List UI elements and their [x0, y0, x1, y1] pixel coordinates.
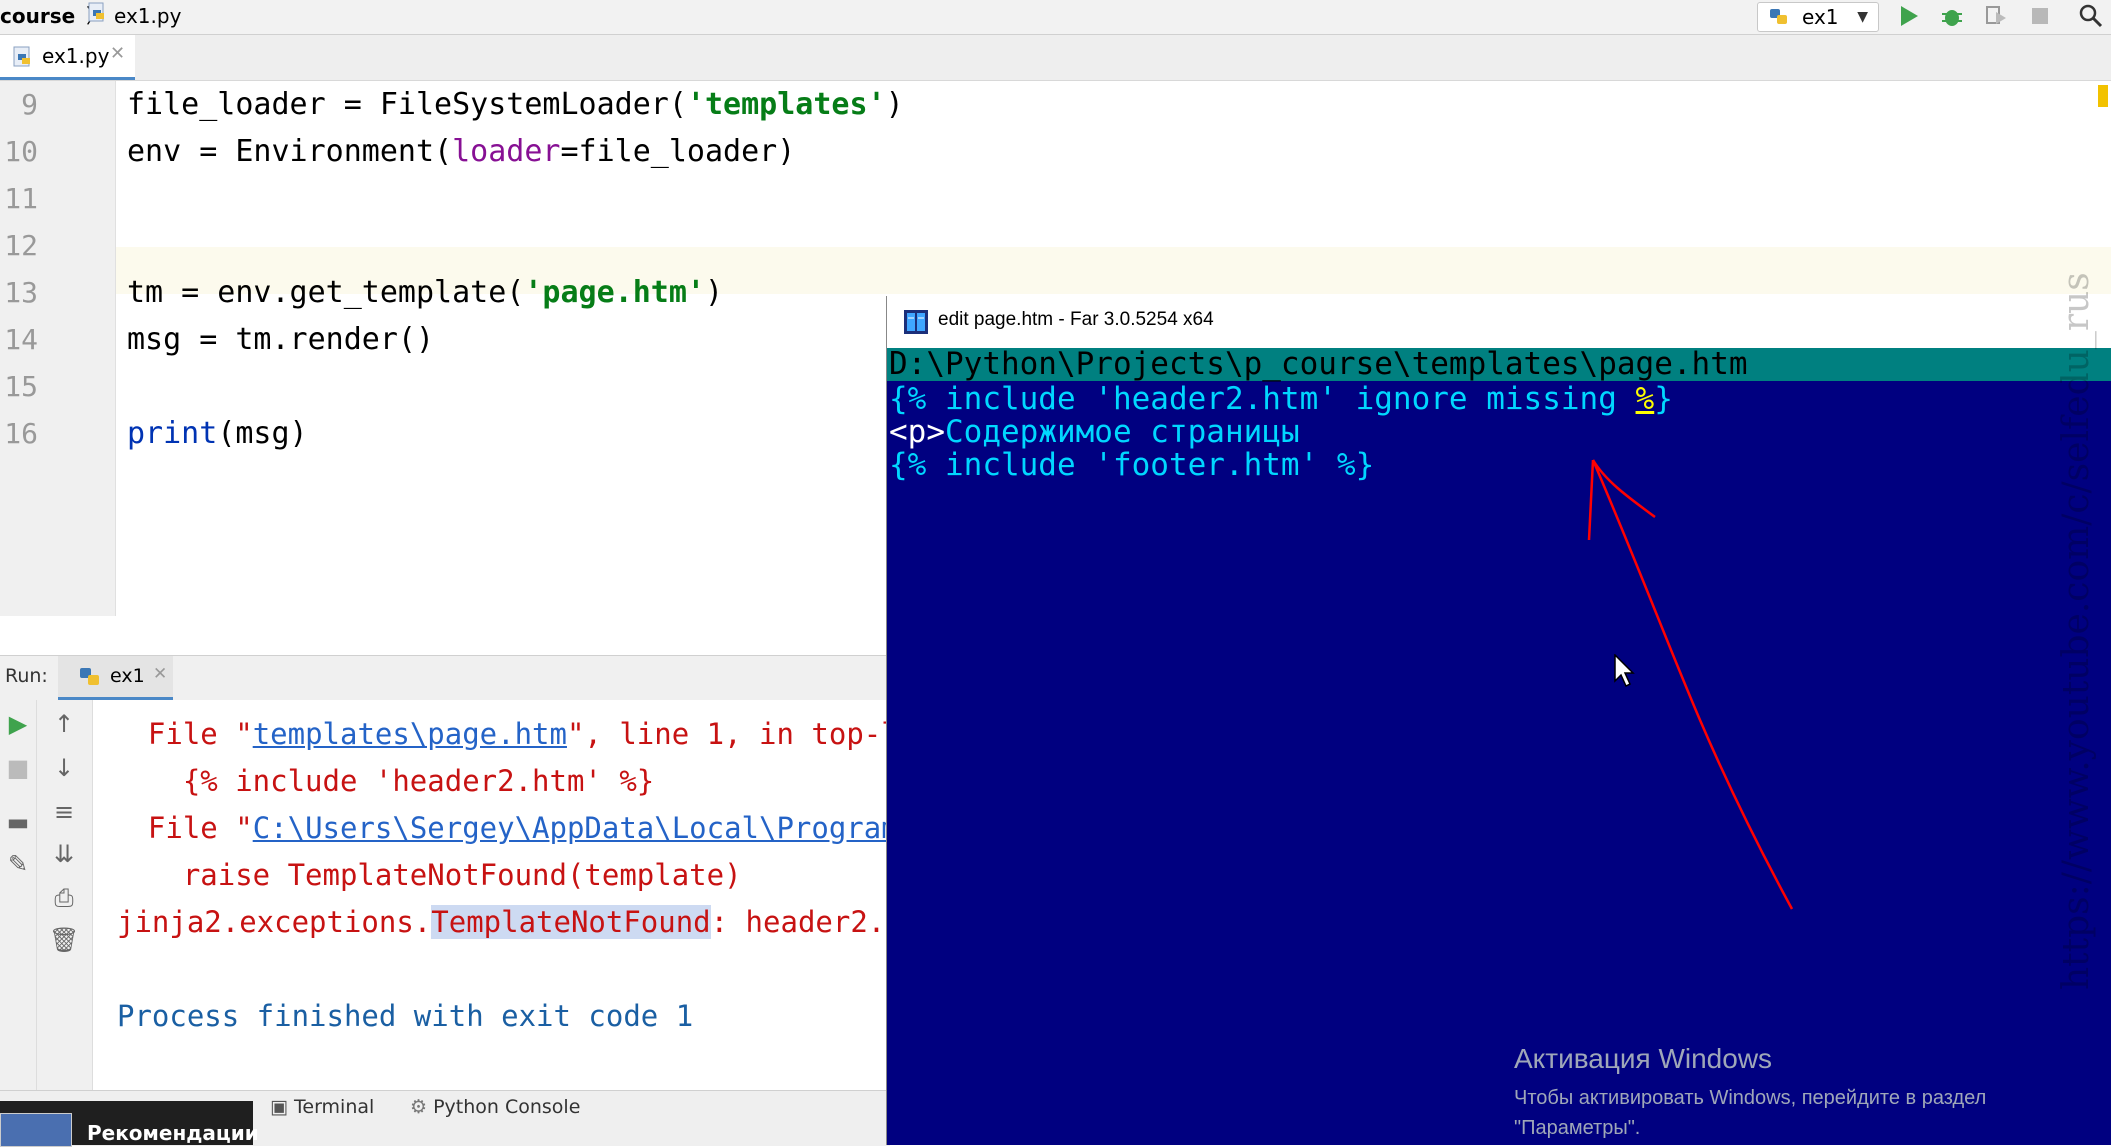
close-icon[interactable]: ✕	[110, 43, 125, 64]
python-icon	[80, 668, 99, 685]
console-line: {% include 'header2.htm' %}	[113, 764, 655, 798]
far-editor-window[interactable]: edit page.htm - Far 3.0.5254 x64 D:\Pyth…	[886, 296, 2111, 1145]
terminal-icon: ▣	[270, 1096, 294, 1118]
run-console-output[interactable]: File "templates\page.htm", line 1, in to…	[93, 700, 890, 1090]
search-icon[interactable]	[2078, 3, 2104, 29]
scroll-to-end-icon[interactable]: ⇊	[49, 840, 79, 868]
rerun-icon[interactable]: ▶	[3, 710, 33, 738]
coverage-icon[interactable]	[1984, 4, 2008, 28]
recommendations-label: Рекомендации	[87, 1121, 259, 1145]
run-icon[interactable]	[1898, 4, 1920, 28]
far-title-bar[interactable]: edit page.htm - Far 3.0.5254 x64	[887, 296, 2111, 348]
layout-icon[interactable]: ▬	[3, 808, 33, 836]
run-tab-ex1[interactable]: ex1 ✕	[58, 656, 173, 700]
windows-activation-title: Активация Windows	[1514, 1043, 1773, 1074]
python-file-icon	[88, 2, 104, 22]
text-cursor: %	[1635, 381, 1655, 417]
process-finished-line: Process finished with exit code 1	[117, 999, 694, 1033]
code-line-9: file_loader = FileSystemLoader('template…	[127, 87, 904, 122]
chevron-down-icon: ▼	[1857, 9, 1868, 25]
console-line: File "C:\Users\Sergey\AppData\Local\Prog…	[113, 805, 890, 852]
code-line-15: print(msg)	[127, 416, 308, 451]
close-icon[interactable]: ✕	[153, 664, 167, 684]
code-line-13: msg = tm.render()	[127, 322, 435, 357]
mouse-cursor-icon	[1614, 654, 1635, 688]
breadcrumb-file[interactable]: ex1.py	[114, 2, 181, 30]
tab-label: ex1.py	[42, 44, 110, 68]
line-number: 12	[4, 229, 38, 262]
python-file-icon	[13, 46, 30, 67]
console-line: File "templates\page.htm", line 1, in to…	[113, 717, 890, 751]
far-app-icon	[904, 310, 928, 334]
line-number: 15	[4, 370, 38, 403]
video-thumbnail[interactable]	[0, 1113, 72, 1147]
line-number: 10	[4, 135, 38, 168]
file-link[interactable]: templates\page.htm	[253, 717, 567, 751]
file-link[interactable]: C:\Users\Sergey\AppData\Local\Programs\P…	[253, 811, 890, 845]
far-text-line-1[interactable]: {% include 'header2.htm' ignore missing …	[889, 383, 1673, 416]
run-label: Run:	[5, 665, 48, 687]
svg-text:https://www.youtube.com/c/self: https://www.youtube.com/c/selfedu_rus	[2056, 272, 2097, 990]
channel-url-watermark: https://www.youtube.com/c/selfedu_rus	[2056, 272, 2097, 990]
line-number: 13	[4, 276, 38, 309]
run-toolbar-primary: ▶ ■ ▬ ✎	[0, 700, 37, 1090]
line-number: 9	[21, 88, 38, 121]
windows-activation-message: Чтобы активировать Windows, перейдите в …	[1514, 1087, 1987, 1139]
line-number-gutter: 9 10 11 12 13 14 15 16	[0, 81, 116, 616]
line-number: 11	[4, 182, 38, 215]
line-number: 16	[4, 417, 38, 450]
far-file-path-bar: D:\Python\Projects\p_course\templates\pa…	[887, 348, 2111, 381]
trash-icon[interactable]: 🗑	[49, 926, 79, 954]
run-configuration-label: ex1	[1802, 5, 1839, 29]
inspection-marker[interactable]	[2098, 85, 2108, 107]
stop-icon[interactable]: ■	[3, 754, 33, 782]
python-console-tool-button[interactable]: ⚙ Python Console	[410, 1096, 580, 1118]
python-icon	[1770, 9, 1787, 24]
far-window-title: edit page.htm - Far 3.0.5254 x64	[938, 309, 1214, 330]
selected-text: TemplateNotFound	[431, 905, 711, 939]
far-text-line-2[interactable]: <p>Содержимое страницы	[889, 416, 1300, 449]
terminal-tool-button[interactable]: ▣ Terminal	[270, 1096, 374, 1118]
arrow-down-icon[interactable]: ↓	[49, 754, 79, 782]
tab-ex1-py[interactable]: ex1.py ✕	[0, 35, 135, 80]
code-line-10: env = Environment(loader=file_loader)	[127, 134, 796, 169]
run-configuration-select[interactable]: ex1 ▼	[1757, 2, 1879, 32]
pin-icon[interactable]: ✎	[3, 850, 33, 878]
editor-tab-bar: ex1.py ✕	[0, 35, 2111, 81]
run-toolbar-secondary: ↑ ↓ ≡ ⇊ ⎙ 🗑	[37, 700, 93, 1090]
arrow-up-icon[interactable]: ↑	[49, 710, 79, 738]
print-icon[interactable]: ⎙	[49, 884, 79, 912]
console-line: jinja2.exceptions.TemplateNotFound: head…	[117, 905, 890, 939]
soft-wrap-icon[interactable]: ≡	[49, 798, 79, 826]
far-text-line-3[interactable]: {% include 'footer.htm' %}	[889, 449, 1374, 482]
navigation-bar: course 〉 ex1.py ex1 ▼	[0, 0, 2111, 35]
debug-icon[interactable]	[1940, 4, 1964, 28]
red-arrow-annotation	[1587, 459, 1794, 910]
far-file-path: D:\Python\Projects\p_course\templates\pa…	[889, 346, 1748, 382]
line-number: 14	[4, 323, 38, 356]
stop-icon[interactable]	[2030, 6, 2050, 26]
run-tab-label: ex1	[110, 665, 145, 687]
python-icon: ⚙	[410, 1096, 434, 1118]
console-line: raise TemplateNotFound(template)	[113, 858, 742, 892]
run-panel-header: Run: ex1 ✕	[0, 655, 890, 701]
code-line-12: tm = env.get_template('page.htm')	[127, 275, 724, 310]
breadcrumb-project[interactable]: course	[0, 2, 75, 30]
